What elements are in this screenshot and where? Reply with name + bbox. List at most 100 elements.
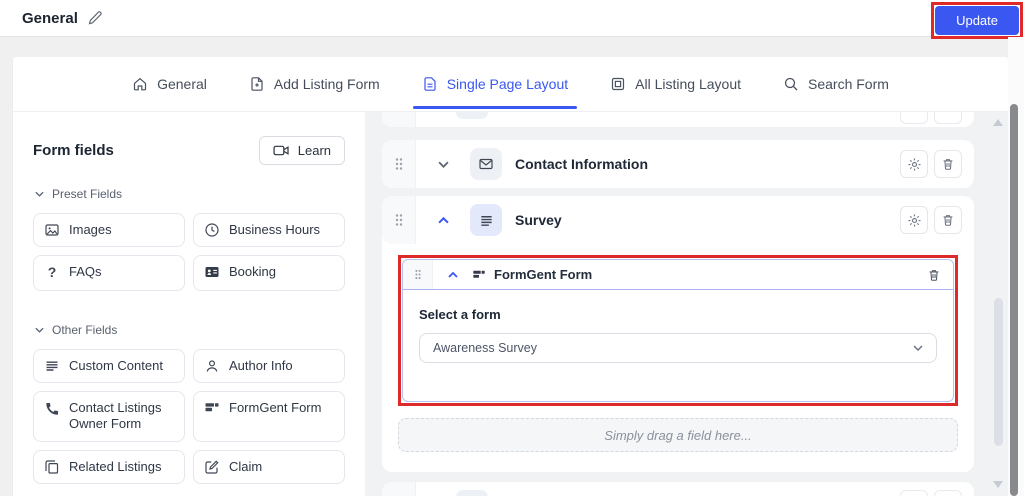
field-card-claim[interactable]: Claim	[193, 450, 345, 484]
top-bar: General Update	[0, 0, 1024, 37]
section-label: Other Fields	[52, 323, 117, 337]
settings-button-partial	[900, 112, 928, 124]
user-icon	[204, 358, 220, 374]
tab-all-listing-layout[interactable]: All Listing Layout	[610, 57, 741, 111]
field-label: Business Hours	[229, 222, 320, 238]
drag-handle[interactable]	[403, 260, 433, 289]
file-plus-icon	[249, 76, 265, 92]
partial-row-above	[382, 112, 974, 127]
partial-row-below	[382, 482, 974, 496]
field-card-contact-listings-owner-form[interactable]: Contact Listings Owner Form	[33, 391, 185, 442]
field-card-faqs[interactable]: ? FAQs	[33, 255, 185, 291]
field-icon-box-partial	[456, 490, 488, 496]
settings-gear-button[interactable]	[900, 150, 928, 178]
field-label: FAQs	[69, 264, 102, 280]
drag-handle[interactable]	[382, 196, 416, 244]
section-preset-fields[interactable]: Preset Fields	[35, 187, 345, 201]
field-icon-box-partial	[456, 112, 488, 119]
id-card-icon	[204, 264, 220, 280]
drop-zone-text: Simply drag a field here...	[604, 428, 751, 443]
field-label: FormGent Form	[229, 400, 321, 416]
page-title: General	[22, 10, 78, 27]
learn-label: Learn	[298, 143, 331, 158]
field-label: Related Listings	[69, 459, 162, 475]
formgent-icon	[204, 400, 220, 416]
formgent-card-title: FormGent Form	[494, 267, 592, 282]
tab-label: Single Page Layout	[447, 76, 568, 92]
tab-label: All Listing Layout	[635, 76, 741, 92]
field-card-related-listings[interactable]: Related Listings	[33, 450, 185, 484]
drag-handle[interactable]	[382, 140, 416, 188]
form-fields-sidebar: Form fields Learn Preset Fields	[13, 112, 365, 496]
update-button-highlight: Update	[931, 2, 1023, 39]
learn-button[interactable]: Learn	[259, 136, 345, 165]
chevron-down-icon	[35, 191, 44, 197]
search-icon	[783, 76, 799, 92]
scroll-down-arrow[interactable]	[993, 481, 1003, 488]
form-select-dropdown[interactable]: Awareness Survey	[419, 333, 937, 363]
phone-icon	[44, 400, 60, 416]
app-window: General Update General Add Listing Form	[0, 0, 1024, 496]
field-label: Contact Listings Owner Form	[69, 400, 174, 433]
row-label: Survey	[515, 212, 562, 228]
home-icon	[132, 76, 148, 92]
tab-bar: General Add Listing Form Single Page Lay…	[13, 57, 1008, 112]
collapse-chevron-up-icon[interactable]	[436, 215, 451, 226]
tab-label: General	[157, 76, 207, 92]
preset-fields-grid: Images Business Hours ? FAQs	[33, 213, 345, 291]
list-lines-icon	[470, 204, 502, 236]
chevron-down-icon	[913, 345, 923, 351]
field-label: Images	[69, 222, 112, 238]
expand-chevron-down-icon[interactable]	[436, 159, 451, 170]
delete-trash-button[interactable]	[934, 206, 962, 234]
row-label: Contact Information	[515, 156, 648, 172]
tab-add-listing-form[interactable]: Add Listing Form	[249, 57, 380, 111]
tab-label: Add Listing Form	[274, 76, 380, 92]
formgent-form-card: FormGent Form Select a form Awa	[402, 259, 954, 402]
edit-title-icon[interactable]	[87, 10, 103, 26]
tab-general[interactable]: General	[132, 57, 207, 111]
layout-builder-canvas: Contact Information	[365, 112, 1008, 496]
collapse-chevron-up-icon[interactable]	[446, 270, 460, 280]
drag-handle-strip	[382, 482, 416, 496]
field-card-booking[interactable]: Booking	[193, 255, 345, 291]
text-lines-icon	[44, 358, 60, 374]
copy-icon	[44, 459, 60, 475]
field-drop-zone[interactable]: Simply drag a field here...	[398, 418, 958, 452]
field-card-formgent-form[interactable]: FormGent Form	[193, 391, 345, 442]
sidebar-title: Form fields	[33, 142, 114, 159]
envelope-icon	[470, 148, 502, 180]
question-icon: ?	[44, 264, 60, 282]
tab-search-form[interactable]: Search Form	[783, 57, 889, 111]
section-other-fields[interactable]: Other Fields	[35, 323, 345, 337]
field-card-custom-content[interactable]: Custom Content	[33, 349, 185, 383]
builder-row-contact-information: Contact Information	[382, 140, 974, 188]
field-card-author-info[interactable]: Author Info	[193, 349, 345, 383]
delete-button-partial	[934, 112, 962, 124]
field-label: Claim	[229, 459, 262, 475]
layout-icon	[610, 76, 626, 92]
builder-row-survey: Survey	[382, 196, 974, 472]
tab-single-page-layout[interactable]: Single Page Layout	[422, 57, 568, 111]
chevron-down-icon	[35, 327, 44, 333]
update-button[interactable]: Update	[935, 6, 1019, 35]
field-card-images[interactable]: Images	[33, 213, 185, 247]
tab-label: Search Form	[808, 76, 889, 92]
file-lines-icon	[422, 76, 438, 92]
delete-trash-button[interactable]	[934, 150, 962, 178]
select-form-label: Select a form	[419, 307, 937, 322]
page-scrollbar-thumb[interactable]	[1010, 104, 1018, 496]
settings-gear-button[interactable]	[900, 206, 928, 234]
drag-handle-strip	[382, 112, 416, 127]
scroll-up-arrow[interactable]	[993, 119, 1003, 126]
formgent-highlight-box: FormGent Form Select a form Awa	[398, 255, 958, 406]
field-label: Booking	[229, 264, 276, 280]
image-icon	[44, 222, 60, 238]
field-card-business-hours[interactable]: Business Hours	[193, 213, 345, 247]
edit-icon	[204, 459, 220, 475]
clock-icon	[204, 222, 220, 238]
page-scrollbar-track[interactable]	[1008, 37, 1024, 496]
delete-trash-icon[interactable]	[927, 268, 941, 282]
field-label: Custom Content	[69, 358, 163, 374]
inner-scrollbar-thumb[interactable]	[994, 298, 1003, 446]
